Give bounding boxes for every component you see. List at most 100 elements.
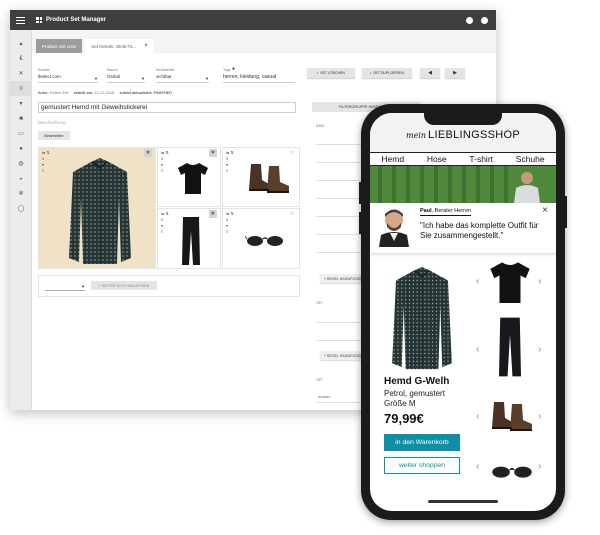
product-slot-sunglasses[interactable]: ⇆ ⇅ 0 ▾ ≡ ☆ (222, 208, 300, 269)
banner-plank (406, 166, 410, 203)
phone-button (359, 212, 362, 234)
user-icon[interactable] (466, 16, 473, 24)
nav-item-hose[interactable]: Hose (427, 154, 447, 164)
tab-product-set-list[interactable]: Product Set Liste (36, 39, 83, 53)
chevron-left-icon: ◀ (428, 70, 432, 76)
chevron-left-icon[interactable]: ‹ (476, 411, 479, 422)
saison-select[interactable]: Global ▼ (107, 74, 145, 83)
author-value: Ketten Ent (49, 90, 69, 95)
close-icon[interactable]: × (542, 205, 548, 216)
gear-icon[interactable]: ✲ (10, 186, 32, 201)
kunden-select[interactable]: lbelect.com ▼ (38, 74, 98, 83)
delete-set-button[interactable]: ▪ SET LÖSCHEN (307, 68, 355, 78)
chevron-right-icon[interactable]: › (538, 461, 541, 472)
add-rule-button[interactable]: + REGEL HINZUFÜGEN (320, 351, 367, 360)
chevron-right-icon[interactable]: › (538, 411, 541, 422)
next-button[interactable]: ▶ (445, 68, 465, 78)
slot-controls: ⇆ ⇅ 0 ▾ ≡ (42, 150, 50, 173)
outfit-boots-image[interactable] (490, 400, 534, 432)
description-label: Beschreibung (38, 120, 66, 125)
product-slot-boots[interactable]: ⇆ ⇅ 0 ▾ ≡ ☆ (222, 147, 300, 207)
banner-plank (504, 166, 508, 203)
product-slot-jeans[interactable]: ⇆ ⇅ 0 ▾ ≡ ★ (157, 208, 221, 269)
status-label: zuletzt aktualisiert: (119, 90, 153, 95)
help-icon[interactable]: ● (232, 66, 235, 72)
list-icon[interactable]: ≡ (10, 81, 32, 96)
nav-item-hemd[interactable]: Hemd (381, 154, 404, 164)
monitor-icon[interactable]: ▭ (10, 126, 32, 141)
tags-input[interactable]: herren, kleidung, casual (223, 74, 295, 83)
outfit-jeans-image[interactable] (499, 315, 521, 379)
sichtbarkeit-select[interactable]: sichtbar ▼ (156, 74, 209, 83)
nav-item-schuhe[interactable]: Schuhe (516, 154, 545, 164)
phone-screen: mein LIEBLINGSSHOP Hemd Hose T-shirt Schu… (370, 113, 556, 511)
product-name: Hemd G-Welh (384, 376, 450, 387)
hamburger-menu-icon[interactable] (16, 16, 30, 24)
continue-shopping-button[interactable]: weiter shoppen (384, 457, 460, 474)
main-shirt-image[interactable] (384, 267, 460, 371)
banner-plank (378, 166, 382, 203)
users-icon[interactable]: ● (10, 141, 32, 156)
sunglasses-image (245, 235, 283, 246)
star-icon[interactable]: ★ (209, 149, 217, 157)
user-settings-icon[interactable]: ◍ (10, 156, 32, 171)
duplicate-set-button[interactable]: ▪ SET DUPLIZIEREN (362, 68, 412, 78)
chart-icon[interactable]: ▴ (10, 36, 32, 51)
shirt-icon[interactable]: ▾ (10, 96, 32, 111)
main-product-slot[interactable]: ⇆ ⇅ 0 ▾ ≡ ★ (38, 147, 156, 269)
edit-button[interactable]: Bearbeiten (38, 131, 70, 140)
chevron-left-icon[interactable]: ‹ (476, 344, 479, 355)
add-slot-button[interactable]: + WEITER SLOT HINZUFÜGEN (91, 281, 157, 290)
star-icon[interactable]: ☆ (288, 149, 296, 157)
chevron-left-icon[interactable]: ‹ (476, 461, 479, 472)
apps-grid-icon (36, 17, 42, 23)
outfit-tshirt-image[interactable] (490, 261, 530, 303)
status-value: FINISHED (153, 90, 173, 95)
product-slot-tshirt[interactable]: ⇆ ⇅ 0 ▾ ≡ ★ (157, 147, 221, 207)
basket-icon[interactable]: ◒ (10, 171, 32, 186)
product-slot-grid: ⇆ ⇅ 0 ▾ ≡ ★ ⇆ ⇅ 0 ▾ ≡ ★ ⇆ ⇅ 0 ▾ ≡ ☆ ⇆ ⇅ … (38, 147, 300, 269)
saison-label: Saison (107, 68, 118, 72)
tab-label: Product Set Liste (42, 43, 77, 49)
advisor-quote: "Ich habe das komplette Outfit für Sie z… (420, 221, 539, 240)
help-icon[interactable] (481, 16, 488, 24)
slot-controls: ⇆ ⇅ 0 ▾ ≡ (226, 211, 234, 234)
star-icon[interactable]: ★ (144, 149, 152, 157)
home-indicator[interactable] (428, 500, 498, 503)
power-icon[interactable]: ◯ (10, 201, 32, 216)
outfit-sunglasses-image[interactable] (490, 463, 534, 479)
banner-plank (448, 166, 452, 203)
tags-value: herren, kleidung, casual (223, 74, 277, 80)
close-tab-icon[interactable]: × (144, 43, 148, 49)
sidebar: ▴ € ✕ ≡ ▾ ■ ▭ ● ◍ ◒ ✲ ◯ (10, 30, 32, 410)
tab-set-details[interactable]: Set Details: 39c8c7a... × (85, 39, 154, 53)
star-icon[interactable]: ☆ (288, 210, 296, 218)
sichtbarkeit-value: sichtbar (156, 74, 172, 79)
phone-button (359, 182, 362, 204)
nav-item-tshirt[interactable]: T-shirt (469, 154, 493, 164)
euro-icon[interactable]: € (10, 51, 32, 66)
slot-type-select[interactable]: ▼ (45, 282, 85, 291)
smartphone: mein LIEBLINGSSHOP Hemd Hose T-shirt Schu… (359, 104, 567, 520)
shuffle-icon[interactable]: ✕ (10, 66, 32, 81)
jeans-image (182, 217, 200, 265)
add-slot-row: ▼ + WEITER SLOT HINZUFÜGEN (38, 275, 300, 297)
slot-controls: ⇆ ⇅ 0 ▾ ≡ (161, 150, 169, 173)
set-title-input[interactable]: gemustert Hemd mit Geweihstickerei (38, 102, 296, 113)
chevron-left-icon[interactable]: ‹ (476, 276, 479, 287)
banner-plank (490, 166, 494, 203)
shop-header: mein LIEBLINGSSHOP (370, 113, 556, 153)
chevron-right-icon[interactable]: › (538, 276, 541, 287)
star-icon[interactable]: ★ (209, 210, 217, 218)
banner-plank (462, 166, 466, 203)
logo-main: LIEBLINGSSHOP (428, 129, 520, 141)
chevron-right-icon[interactable]: › (538, 344, 541, 355)
shop-logo[interactable]: mein LIEBLINGSSHOP (370, 129, 556, 141)
bag-icon[interactable]: ■ (10, 111, 32, 126)
tags-label: Tags (223, 68, 231, 72)
rule-value[interactable]: muster (318, 394, 330, 399)
add-rule-button[interactable]: + REGEL HINZUFÜGEN (320, 274, 367, 283)
add-to-cart-button[interactable]: in den Warenkorb (384, 434, 460, 451)
prev-button[interactable]: ◀ (420, 68, 440, 78)
chevron-down-icon: ▼ (81, 284, 85, 289)
